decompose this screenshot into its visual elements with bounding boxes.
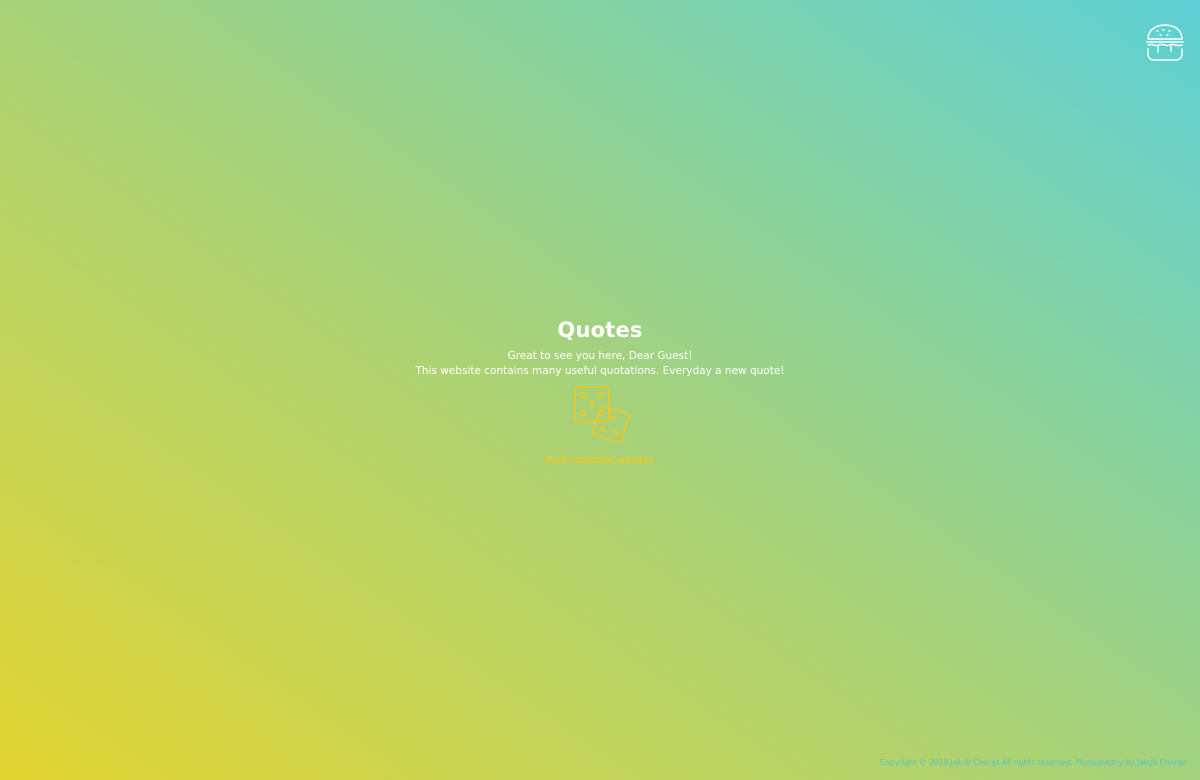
random-quote-label: Pull random quote! xyxy=(545,455,655,466)
dice-icon xyxy=(574,386,630,443)
description-text: This website contains many useful quotat… xyxy=(415,365,785,377)
page-title: Quotes xyxy=(557,318,643,342)
random-quote-button[interactable]: Pull random quote! xyxy=(545,383,655,466)
burger-menu-button[interactable] xyxy=(1144,22,1186,62)
copyright-text: Copyright © 2019 Jakub Chorąż All rights… xyxy=(880,758,1135,767)
greeting-text: Great to see you here, Dear Guest! xyxy=(507,350,693,362)
hero-section: Quotes Great to see you here, Dear Guest… xyxy=(0,318,1200,467)
footer: Copyright © 2019 Jakub Chorąż All rights… xyxy=(880,758,1186,767)
burger-icon xyxy=(1146,24,1184,61)
photographer-link[interactable]: Jakub Chorąż xyxy=(1137,758,1186,767)
